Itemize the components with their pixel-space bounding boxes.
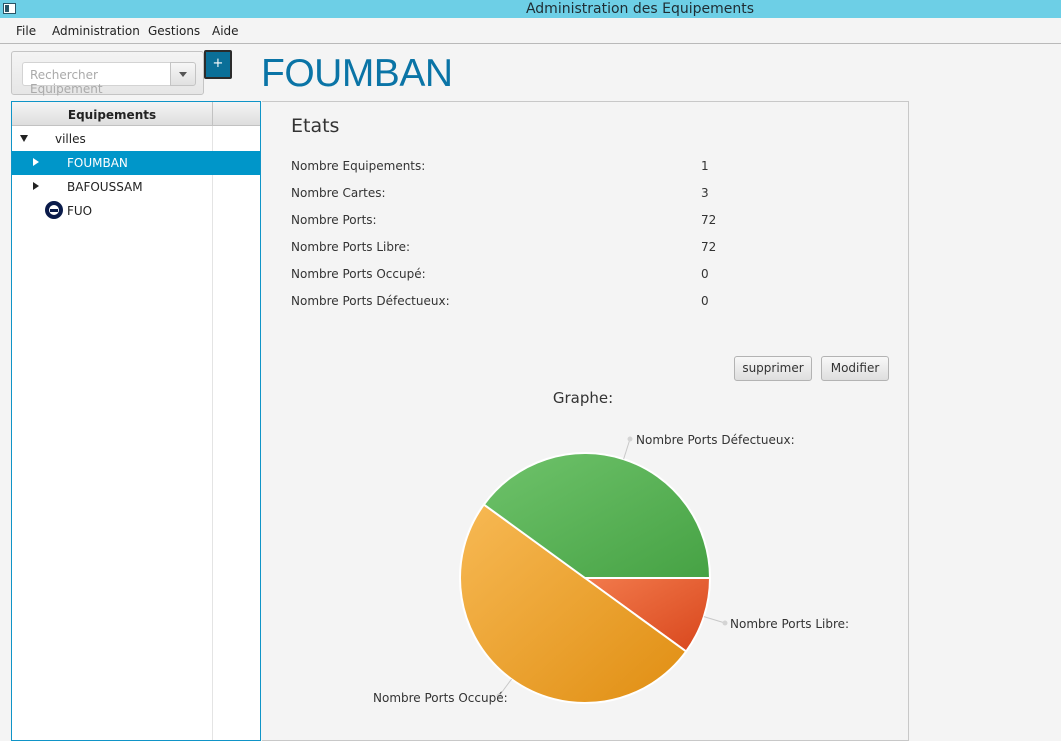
tree-item-label: FOUMBAN bbox=[67, 156, 128, 170]
leader-line-defectueux bbox=[623, 438, 631, 460]
chevron-down-icon[interactable] bbox=[170, 62, 196, 86]
stat-label: Nombre Ports: bbox=[291, 213, 377, 227]
pie-label-defectueux: Nombre Ports Défectueux: bbox=[636, 433, 795, 447]
tree-item-label: FUO bbox=[67, 204, 93, 218]
collapse-arrow-icon[interactable] bbox=[33, 158, 39, 166]
tree-item-label: villes bbox=[55, 132, 86, 146]
stat-label: Nombre Ports Occupé: bbox=[291, 267, 426, 281]
stat-label: Nombre Ports Défectueux: bbox=[291, 294, 450, 308]
search-input[interactable]: Rechercher Equipement bbox=[22, 62, 170, 96]
menu-gestions[interactable]: Gestions bbox=[148, 24, 200, 38]
stat-label: Nombre Equipements: bbox=[291, 159, 426, 173]
leader-dot bbox=[722, 620, 728, 626]
stat-value: 1 bbox=[701, 159, 709, 173]
equipment-icon bbox=[45, 201, 63, 219]
window-title: Administration des Equipements bbox=[525, 1, 755, 17]
tree-item-foumban[interactable]: FOUMBAN bbox=[12, 151, 260, 175]
stat-value: 72 bbox=[701, 240, 717, 254]
modify-button[interactable]: Modifier bbox=[821, 356, 889, 381]
leader-line-libre bbox=[703, 616, 726, 624]
pie-slices bbox=[459, 452, 712, 704]
tree-item-villes[interactable]: villes bbox=[12, 127, 260, 151]
stat-value: 3 bbox=[701, 186, 709, 200]
menu-aide[interactable]: Aide bbox=[212, 24, 239, 38]
stat-label: Nombre Cartes: bbox=[291, 186, 386, 200]
search-combobox: Rechercher Equipement bbox=[11, 51, 204, 96]
collapse-arrow-icon[interactable] bbox=[33, 182, 39, 190]
menu-bar: File Administration Gestions Aide bbox=[0, 18, 1061, 44]
tree-item-label: BAFOUSSAM bbox=[67, 180, 143, 194]
stat-value: 0 bbox=[701, 267, 709, 281]
tree-header-label: Equipements bbox=[67, 108, 157, 122]
stat-label: Nombre Ports Libre: bbox=[291, 240, 411, 254]
tree-header: Equipements bbox=[12, 102, 260, 126]
stat-value: 0 bbox=[701, 294, 709, 308]
section-title: Etats bbox=[291, 115, 340, 137]
tree-item-fuo[interactable]: FUO bbox=[12, 199, 260, 223]
add-button[interactable]: + bbox=[204, 50, 232, 79]
column-divider bbox=[212, 102, 213, 126]
expand-arrow-icon[interactable] bbox=[20, 135, 28, 142]
delete-button[interactable]: supprimer bbox=[734, 356, 812, 381]
tree-item-bafoussam[interactable]: BAFOUSSAM bbox=[12, 175, 260, 199]
window-titlebar: Administration des Equipements bbox=[0, 0, 1061, 18]
leader-dot bbox=[627, 436, 633, 442]
pie-label-libre: Nombre Ports Libre: bbox=[730, 617, 850, 631]
menu-administration[interactable]: Administration bbox=[52, 24, 140, 38]
pie-chart bbox=[459, 436, 728, 704]
pie-label-occupe: Nombre Ports Occupé: bbox=[373, 691, 508, 705]
menu-file[interactable]: File bbox=[16, 24, 36, 38]
stat-value: 72 bbox=[701, 213, 717, 227]
equipment-tree: Equipements villes FOUMBAN BAFOUSSAM FUO bbox=[11, 101, 261, 741]
page-title: FOUMBAN bbox=[261, 52, 453, 95]
